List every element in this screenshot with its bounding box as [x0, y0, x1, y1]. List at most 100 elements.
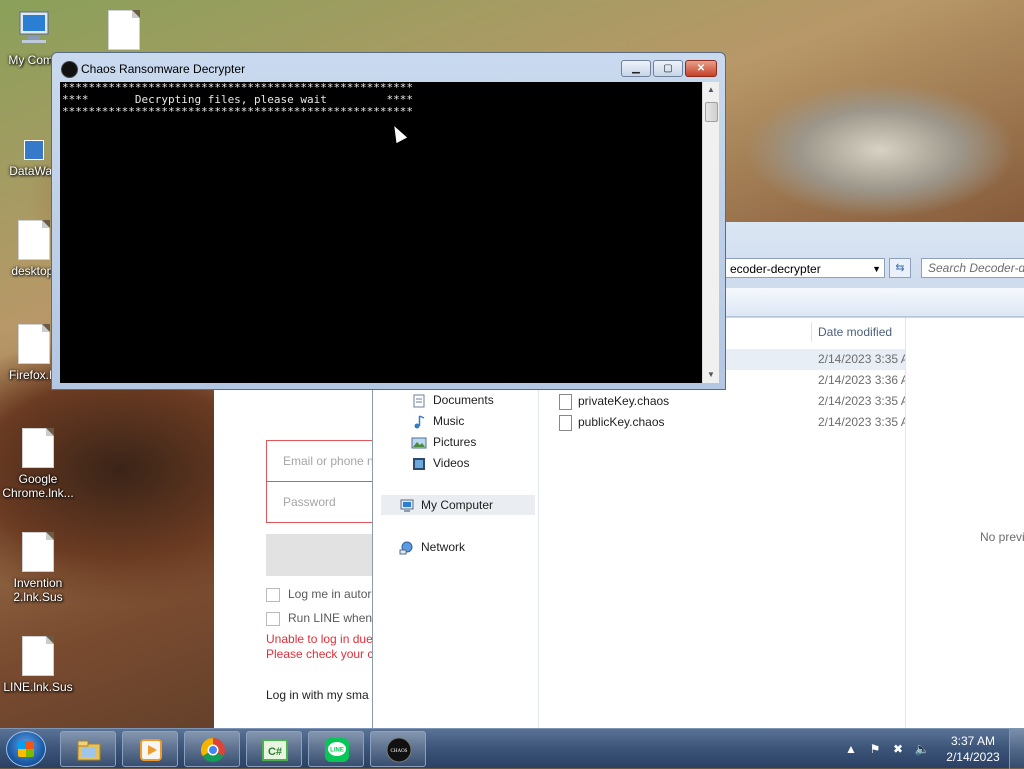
taskbar: C# LINE CHAOS ▲ ⚑ ✖ 🔈 3:37 AM 2/14/2023 — [0, 728, 1024, 769]
taskbar-chrome-button[interactable] — [184, 731, 240, 767]
nav-label: Pictures — [433, 435, 477, 449]
chaos-icon — [61, 61, 78, 78]
refresh-button[interactable]: ⇆ — [889, 258, 911, 278]
pictures-icon — [411, 437, 427, 449]
nav-label: Videos — [433, 456, 470, 470]
show-hidden-icons-icon[interactable]: ▲ — [843, 741, 859, 757]
documents-icon — [413, 394, 425, 408]
file-date: 2/14/2023 3:36 A — [818, 373, 906, 387]
line-run-on-startup-checkbox[interactable]: Run LINE when — [266, 610, 372, 626]
csharp-label: C# — [268, 746, 282, 758]
console-output[interactable]: ****************************************… — [60, 82, 702, 383]
address-text: ecoder-decrypter — [730, 262, 821, 276]
refresh-icon: ⇆ — [895, 262, 905, 274]
taskbar-line-button[interactable]: LINE — [308, 731, 364, 767]
file-row-private-key[interactable]: privateKey.chaos 2/14/2023 3:35 A — [559, 391, 906, 412]
file-date: 2/14/2023 3:35 A — [818, 394, 906, 408]
nav-item-music[interactable]: Music — [411, 411, 464, 431]
console-window: Chaos Ransomware Decrypter ▁ ▢ ✕ *******… — [51, 52, 726, 390]
windows-logo-icon — [18, 741, 34, 757]
clock[interactable]: 3:37 AM 2/14/2023 — [938, 733, 1008, 765]
checkbox-icon — [266, 611, 280, 626]
close-button[interactable]: ✕ — [685, 60, 717, 77]
taskbar-csharp-button[interactable]: C# — [246, 731, 302, 767]
line-smartphone-login-link[interactable]: Log in with my sma — [266, 688, 372, 702]
line-auto-login-checkbox[interactable]: Log me in autor — [266, 586, 372, 602]
clock-time: 3:37 AM — [950, 734, 996, 748]
window-title: Chaos Ransomware Decrypter — [81, 62, 246, 76]
nav-item-documents[interactable]: Documents — [411, 390, 494, 410]
column-header-date-modified[interactable]: Date modified — [818, 318, 892, 346]
nav-item-network[interactable]: Network — [399, 537, 465, 557]
desktop-icon-blank-file[interactable] — [86, 10, 162, 54]
nav-item-pictures[interactable]: Pictures — [411, 432, 476, 452]
network-error-icon[interactable]: ✖ — [890, 741, 906, 757]
scroll-thumb[interactable] — [705, 102, 718, 122]
videos-icon — [413, 457, 425, 470]
volume-icon[interactable]: 🔈 — [914, 741, 930, 757]
scroll-down-icon[interactable]: ▼ — [703, 367, 719, 383]
search-input[interactable]: Search Decoder-de — [921, 258, 1024, 278]
clock-date: 2/14/2023 — [946, 750, 1000, 764]
desktop-icon-invention[interactable]: Invention 2.lnk.Sus — [0, 532, 76, 604]
column-divider[interactable] — [811, 322, 812, 342]
taskbar-chaos-button[interactable]: CHAOS — [370, 731, 426, 767]
file-date: 2/14/2023 3:35 A — [818, 415, 906, 429]
start-button[interactable] — [6, 731, 46, 767]
file-icon — [108, 10, 140, 50]
line-login-button[interactable] — [266, 534, 372, 576]
file-name: privateKey.chaos — [578, 394, 670, 408]
file-name: publicKey.chaos — [578, 415, 665, 429]
file-icon — [559, 393, 572, 410]
chaos-label: CHAOS — [391, 749, 408, 754]
action-center-icon[interactable]: ⚑ — [867, 741, 883, 757]
desktop-icon-line[interactable]: LINE.lnk.Sus — [0, 636, 76, 694]
file-row-public-key[interactable]: publicKey.chaos 2/14/2023 3:35 A — [559, 412, 906, 433]
desktop-icon-google-chrome[interactable]: Google Chrome.lnk... — [0, 428, 76, 500]
chevron-down-icon[interactable]: ▼ — [872, 259, 881, 279]
file-icon — [18, 324, 50, 364]
maximize-icon: ▢ — [663, 63, 673, 74]
maximize-button[interactable]: ▢ — [653, 60, 683, 77]
close-icon: ✕ — [696, 63, 706, 74]
nav-label: Network — [421, 540, 466, 554]
nav-item-my-computer[interactable]: My Computer — [381, 495, 535, 515]
address-bar[interactable]: ecoder-decrypter ▼ — [725, 258, 885, 278]
line-icon: LINE — [325, 738, 349, 762]
taskbar-explorer-button[interactable] — [60, 731, 116, 767]
minimize-button[interactable]: ▁ — [621, 60, 651, 77]
vertical-scrollbar[interactable]: ▲ ▼ — [702, 82, 719, 383]
chaos-icon: CHAOS — [386, 737, 412, 763]
nav-label: Documents — [433, 393, 494, 407]
checkbox-icon — [266, 587, 280, 602]
desktop-icon-label: LINE.lnk.Sus — [3, 680, 73, 694]
line-auto-login-label: Log me in autor — [288, 587, 372, 601]
preview-pane: No previ — [905, 318, 1024, 728]
desktop-icon-label: Google Chrome.lnk... — [2, 472, 74, 500]
line-error-message-2: Please check your co — [266, 647, 372, 661]
taskbar-media-player-button[interactable] — [122, 731, 178, 767]
nav-item-videos[interactable]: Videos — [411, 453, 469, 473]
line-password-input[interactable]: Password — [266, 481, 372, 523]
nav-label: My Computer — [421, 498, 494, 512]
chrome-icon — [200, 738, 225, 763]
file-icon — [22, 428, 54, 468]
file-icon — [559, 414, 572, 431]
media-player-icon — [140, 739, 162, 761]
computer-icon — [19, 11, 49, 43]
console-line: ****************************************… — [62, 105, 413, 118]
scroll-up-icon[interactable]: ▲ — [703, 82, 719, 98]
music-icon — [414, 415, 425, 429]
explorer-icon — [77, 740, 101, 761]
line-run-label: Run LINE when — [288, 611, 372, 625]
minimize-icon: ▁ — [632, 63, 640, 74]
file-icon — [22, 532, 54, 572]
shortcut-icon — [24, 140, 44, 160]
nav-label: Music — [433, 414, 465, 428]
file-date: 2/14/2023 3:35 A — [818, 352, 906, 366]
desktop-icon-label: Invention 2.lnk.Sus — [13, 576, 63, 604]
line-email-input[interactable]: Email or phone n — [266, 440, 372, 482]
show-desktop-button[interactable] — [1009, 729, 1024, 769]
file-icon — [18, 220, 50, 260]
line-login-window: Email or phone n Password Log me in auto… — [214, 390, 372, 728]
